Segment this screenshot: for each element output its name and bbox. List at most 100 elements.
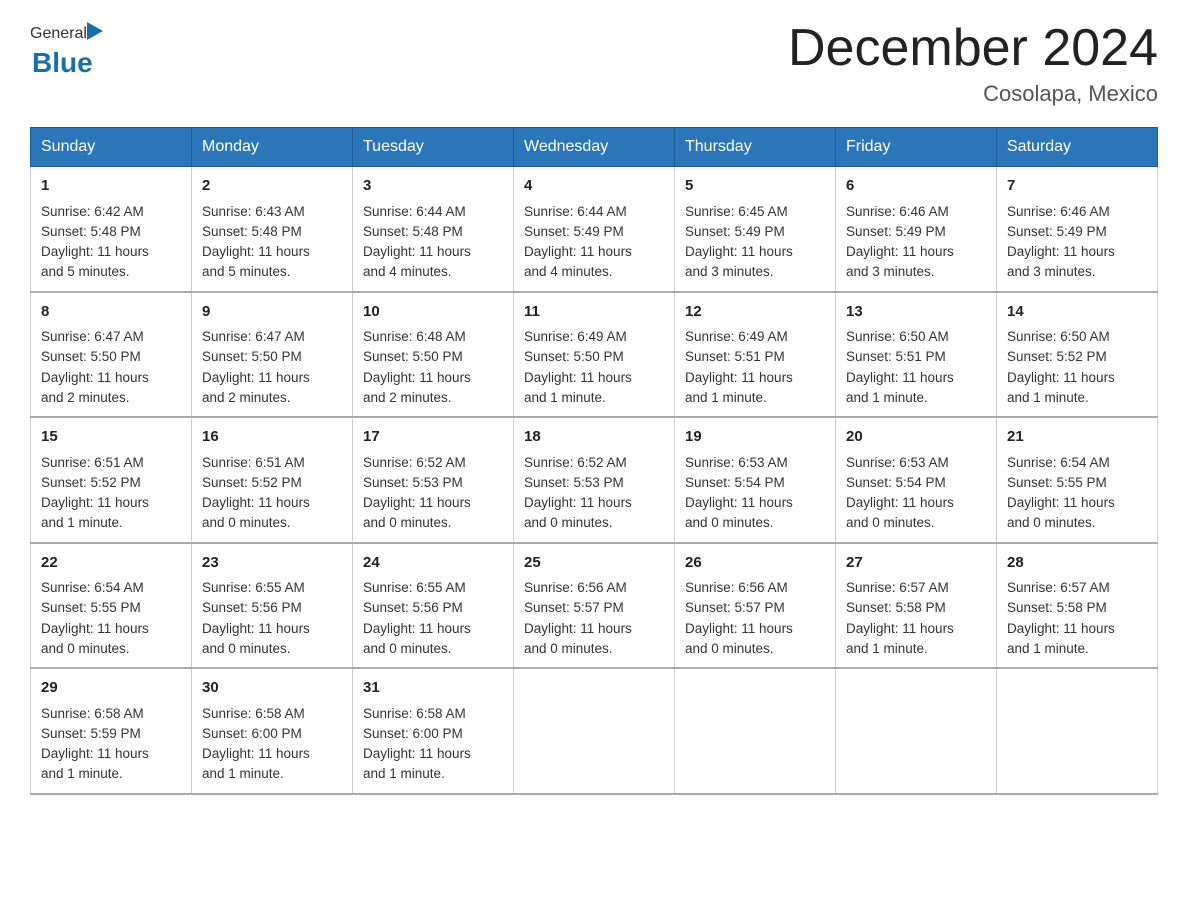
day-number: 20 [846, 426, 986, 449]
day-number: 31 [363, 677, 503, 700]
calendar-cell: 27 Sunrise: 6:57 AMSunset: 5:58 PMDayligh… [836, 543, 997, 669]
day-number: 2 [202, 175, 342, 198]
day-number: 23 [202, 552, 342, 575]
col-header-sunday: Sunday [31, 128, 192, 167]
day-info: Sunrise: 6:55 AMSunset: 5:56 PMDaylight:… [202, 578, 342, 659]
calendar-cell: 30Sunrise: 6:58 AMSunset: 6:00 PMDayligh… [192, 668, 353, 794]
title-section: December 2024 Cosolapa, Mexico [788, 20, 1158, 107]
day-number: 10 [363, 301, 503, 324]
day-number: 13 [846, 301, 986, 324]
col-header-thursday: Thursday [675, 128, 836, 167]
day-info: Sunrise: 6:43 AMSunset: 5:48 PMDaylight:… [202, 202, 342, 283]
day-info: Sunrise: 6:53 AMSunset: 5:54 PMDaylight:… [846, 453, 986, 534]
calendar-cell [997, 668, 1158, 794]
day-number: 11 [524, 301, 664, 324]
day-number: 15 [41, 426, 181, 449]
day-info: Sunrise: 6:44 AMSunset: 5:48 PMDaylight:… [363, 202, 503, 283]
day-info: Sunrise: 6:52 AMSunset: 5:53 PMDaylight:… [363, 453, 503, 534]
day-number: 19 [685, 426, 825, 449]
calendar-cell: 12Sunrise: 6:49 AMSunset: 5:51 PMDayligh… [675, 292, 836, 418]
calendar-cell: 20 Sunrise: 6:53 AMSunset: 5:54 PMDayligh… [836, 417, 997, 543]
header-row: SundayMondayTuesdayWednesdayThursdayFrid… [31, 128, 1158, 167]
logo: General Blue [30, 20, 107, 79]
day-info: Sunrise: 6:47 AMSunset: 5:50 PMDaylight:… [41, 327, 181, 408]
day-info: Sunrise: 6:57 AMSunset: 5:58 PMDaylight:… [1007, 578, 1147, 659]
day-number: 24 [363, 552, 503, 575]
calendar-cell: 22 Sunrise: 6:54 AMSunset: 5:55 PMDayligh… [31, 543, 192, 669]
calendar-cell [836, 668, 997, 794]
logo-arrow-icon [87, 20, 105, 47]
calendar-cell: 9 Sunrise: 6:47 AMSunset: 5:50 PMDaylight… [192, 292, 353, 418]
logo-general-text: General [30, 25, 87, 43]
day-number: 27 [846, 552, 986, 575]
calendar-cell: 1Sunrise: 6:42 AMSunset: 5:48 PMDaylight… [31, 167, 192, 292]
day-number: 18 [524, 426, 664, 449]
col-header-saturday: Saturday [997, 128, 1158, 167]
day-number: 7 [1007, 175, 1147, 198]
day-number: 17 [363, 426, 503, 449]
day-info: Sunrise: 6:53 AMSunset: 5:54 PMDaylight:… [685, 453, 825, 534]
day-number: 26 [685, 552, 825, 575]
calendar-cell: 24 Sunrise: 6:55 AMSunset: 5:56 PMDayligh… [353, 543, 514, 669]
day-info: Sunrise: 6:56 AMSunset: 5:57 PMDaylight:… [524, 578, 664, 659]
day-info: Sunrise: 6:51 AMSunset: 5:52 PMDaylight:… [202, 453, 342, 534]
calendar-cell: 10 Sunrise: 6:48 AMSunset: 5:50 PMDayligh… [353, 292, 514, 418]
day-info: Sunrise: 6:55 AMSunset: 5:56 PMDaylight:… [363, 578, 503, 659]
week-row-3: 15 Sunrise: 6:51 AMSunset: 5:52 PMDayligh… [31, 417, 1158, 543]
day-info: Sunrise: 6:58 AMSunset: 6:00 PMDaylight:… [202, 704, 342, 785]
page-header: General Blue December 2024 Cosolapa, Mex… [30, 20, 1158, 107]
day-info: Sunrise: 6:58 AMSunset: 6:00 PMDaylight:… [363, 704, 503, 785]
calendar-cell: 14Sunrise: 6:50 AMSunset: 5:52 PMDayligh… [997, 292, 1158, 418]
week-row-5: 29Sunrise: 6:58 AMSunset: 5:59 PMDayligh… [31, 668, 1158, 794]
week-row-4: 22 Sunrise: 6:54 AMSunset: 5:55 PMDayligh… [31, 543, 1158, 669]
calendar-cell: 17 Sunrise: 6:52 AMSunset: 5:53 PMDayligh… [353, 417, 514, 543]
day-number: 6 [846, 175, 986, 198]
calendar-table: SundayMondayTuesdayWednesdayThursdayFrid… [30, 127, 1158, 795]
day-info: Sunrise: 6:54 AMSunset: 5:55 PMDaylight:… [1007, 453, 1147, 534]
day-info: Sunrise: 6:45 AMSunset: 5:49 PMDaylight:… [685, 202, 825, 283]
calendar-cell: 4Sunrise: 6:44 AMSunset: 5:49 PMDaylight… [514, 167, 675, 292]
calendar-cell: 26 Sunrise: 6:56 AMSunset: 5:57 PMDayligh… [675, 543, 836, 669]
calendar-cell: 11 Sunrise: 6:49 AMSunset: 5:50 PMDayligh… [514, 292, 675, 418]
calendar-cell: 23 Sunrise: 6:55 AMSunset: 5:56 PMDayligh… [192, 543, 353, 669]
calendar-cell: 2 Sunrise: 6:43 AMSunset: 5:48 PMDaylight… [192, 167, 353, 292]
calendar-cell: 7 Sunrise: 6:46 AMSunset: 5:49 PMDaylight… [997, 167, 1158, 292]
calendar-cell: 3 Sunrise: 6:44 AMSunset: 5:48 PMDaylight… [353, 167, 514, 292]
day-number: 16 [202, 426, 342, 449]
calendar-cell: 6 Sunrise: 6:46 AMSunset: 5:49 PMDaylight… [836, 167, 997, 292]
calendar-cell [675, 668, 836, 794]
day-info: Sunrise: 6:54 AMSunset: 5:55 PMDaylight:… [41, 578, 181, 659]
day-number: 9 [202, 301, 342, 324]
day-info: Sunrise: 6:50 AMSunset: 5:51 PMDaylight:… [846, 327, 986, 408]
day-info: Sunrise: 6:57 AMSunset: 5:58 PMDaylight:… [846, 578, 986, 659]
day-number: 5 [685, 175, 825, 198]
calendar-cell: 5 Sunrise: 6:45 AMSunset: 5:49 PMDaylight… [675, 167, 836, 292]
day-info: Sunrise: 6:46 AMSunset: 5:49 PMDaylight:… [846, 202, 986, 283]
calendar-cell: 19 Sunrise: 6:53 AMSunset: 5:54 PMDayligh… [675, 417, 836, 543]
calendar-cell: 21 Sunrise: 6:54 AMSunset: 5:55 PMDayligh… [997, 417, 1158, 543]
calendar-cell: 8Sunrise: 6:47 AMSunset: 5:50 PMDaylight… [31, 292, 192, 418]
day-info: Sunrise: 6:58 AMSunset: 5:59 PMDaylight:… [41, 704, 181, 785]
day-info: Sunrise: 6:46 AMSunset: 5:49 PMDaylight:… [1007, 202, 1147, 283]
day-info: Sunrise: 6:48 AMSunset: 5:50 PMDaylight:… [363, 327, 503, 408]
col-header-monday: Monday [192, 128, 353, 167]
day-info: Sunrise: 6:51 AMSunset: 5:52 PMDaylight:… [41, 453, 181, 534]
calendar-cell: 25Sunrise: 6:56 AMSunset: 5:57 PMDayligh… [514, 543, 675, 669]
col-header-tuesday: Tuesday [353, 128, 514, 167]
calendar-cell: 29Sunrise: 6:58 AMSunset: 5:59 PMDayligh… [31, 668, 192, 794]
day-info: Sunrise: 6:56 AMSunset: 5:57 PMDaylight:… [685, 578, 825, 659]
day-number: 21 [1007, 426, 1147, 449]
day-number: 4 [524, 175, 664, 198]
calendar-cell: 18Sunrise: 6:52 AMSunset: 5:53 PMDayligh… [514, 417, 675, 543]
col-header-friday: Friday [836, 128, 997, 167]
day-number: 3 [363, 175, 503, 198]
calendar-cell: 28Sunrise: 6:57 AMSunset: 5:58 PMDayligh… [997, 543, 1158, 669]
calendar-cell: 31 Sunrise: 6:58 AMSunset: 6:00 PMDayligh… [353, 668, 514, 794]
day-info: Sunrise: 6:47 AMSunset: 5:50 PMDaylight:… [202, 327, 342, 408]
week-row-2: 8Sunrise: 6:47 AMSunset: 5:50 PMDaylight… [31, 292, 1158, 418]
week-row-1: 1Sunrise: 6:42 AMSunset: 5:48 PMDaylight… [31, 167, 1158, 292]
calendar-cell: 16 Sunrise: 6:51 AMSunset: 5:52 PMDayligh… [192, 417, 353, 543]
day-info: Sunrise: 6:49 AMSunset: 5:50 PMDaylight:… [524, 327, 664, 408]
day-info: Sunrise: 6:42 AMSunset: 5:48 PMDaylight:… [41, 202, 181, 283]
day-number: 22 [41, 552, 181, 575]
